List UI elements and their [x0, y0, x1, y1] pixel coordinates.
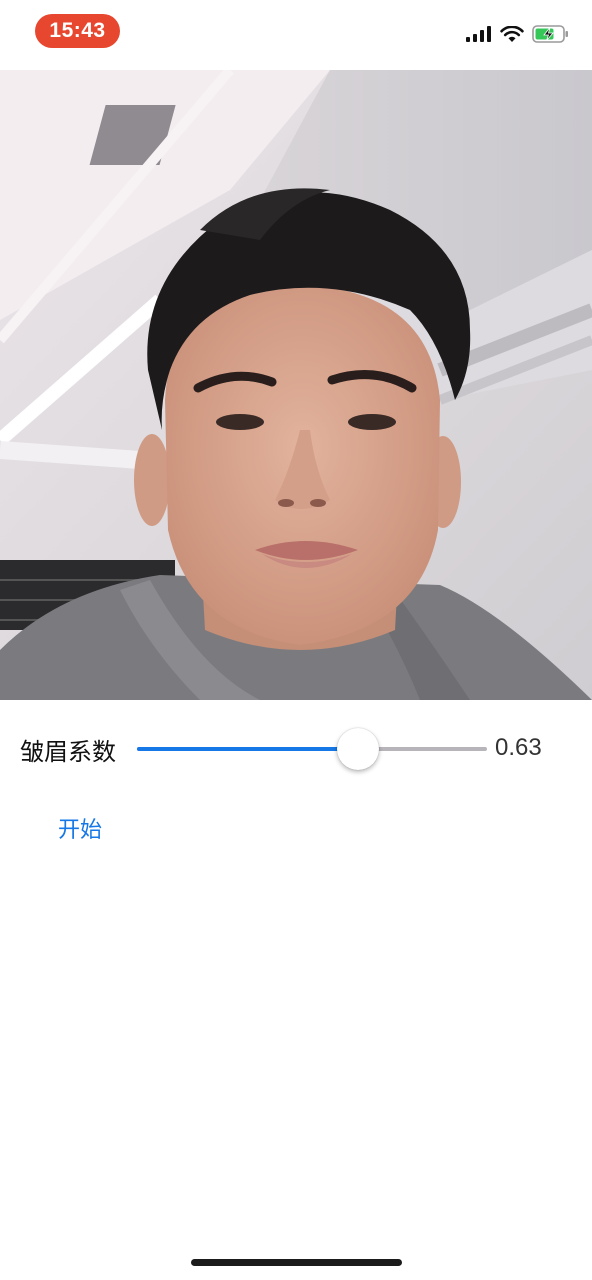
frown-coefficient-row: 皱眉系数 0.63	[0, 726, 592, 772]
camera-preview	[0, 70, 592, 700]
status-bar: 15:43	[0, 0, 592, 66]
camera-frame-illustration	[0, 70, 592, 700]
start-button[interactable]: 开始	[58, 812, 102, 844]
frown-coefficient-slider[interactable]	[137, 728, 487, 770]
slider-label: 皱眉系数	[20, 738, 116, 766]
slider-value: 0.63	[495, 734, 542, 761]
signal-icon	[466, 26, 492, 46]
status-time: 15:43	[35, 14, 120, 48]
slider-fill	[137, 747, 358, 751]
wifi-icon	[500, 25, 524, 47]
home-indicator[interactable]	[191, 1259, 402, 1266]
battery-charging-icon	[532, 25, 570, 47]
slider-thumb[interactable]	[337, 728, 379, 770]
status-icons	[466, 24, 570, 48]
